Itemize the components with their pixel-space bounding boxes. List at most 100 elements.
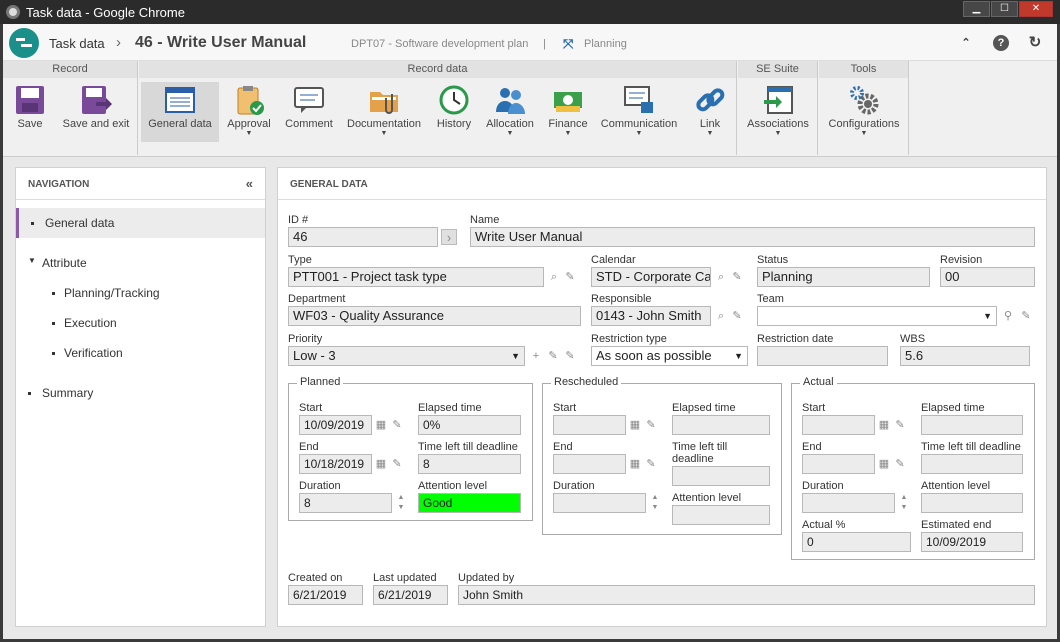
app-window: Task data › 46 - Write User Manual DPT07… xyxy=(3,24,1057,639)
rescheduled-start-calendar-icon[interactable]: ▦ xyxy=(627,417,643,433)
planned-start-field[interactable]: 10/09/2019 xyxy=(299,415,372,435)
responsible-field[interactable]: 0143 - John Smith xyxy=(591,306,711,326)
collapse-up-icon[interactable]: ⌃ xyxy=(958,35,974,51)
nav-bullet-icon xyxy=(28,392,31,395)
comment-button[interactable]: Comment xyxy=(281,82,337,142)
calendar-search-icon[interactable]: ⌕ xyxy=(713,269,729,285)
calendar-clear-icon[interactable]: ✎ xyxy=(729,269,745,285)
rescheduled-end-clear-icon[interactable]: ✎ xyxy=(643,456,659,472)
approval-button[interactable]: Approval ▼ xyxy=(223,82,275,142)
actual-duration-stepper[interactable]: ▲ ▼ xyxy=(897,493,911,513)
nav-item-verification[interactable]: Verification xyxy=(16,338,265,368)
nav-item-summary[interactable]: Summary xyxy=(16,378,265,408)
nav-item-attribute[interactable]: ▼ Attribute xyxy=(16,248,265,278)
planned-start-clear-icon[interactable]: ✎ xyxy=(389,417,405,433)
calendar-field[interactable]: STD - Corporate Calendar xyxy=(591,267,711,287)
link-button[interactable]: Link ▼ xyxy=(687,82,733,142)
restriction-date-field[interactable] xyxy=(757,346,888,366)
type-search-icon[interactable]: ⌕ xyxy=(546,269,562,285)
finance-button[interactable]: Finance ▼ xyxy=(543,82,593,142)
rescheduled-end-calendar-icon[interactable]: ▦ xyxy=(627,456,643,472)
rescheduled-left-label: Time left till deadline xyxy=(672,441,728,465)
priority-edit-icon[interactable]: ✎ xyxy=(545,348,561,364)
configurations-button[interactable]: Configurations ▼ xyxy=(823,82,905,142)
planned-duration-stepper[interactable]: ▲ ▼ xyxy=(394,493,408,513)
nav-item-execution[interactable]: Execution xyxy=(16,308,265,338)
group-title-record-data: Record data xyxy=(139,61,736,78)
id-arrow-icon[interactable]: › xyxy=(441,229,457,245)
actual-start-calendar-icon[interactable]: ▦ xyxy=(876,417,892,433)
name-field[interactable]: Write User Manual xyxy=(470,227,1035,247)
breadcrumb-plan[interactable]: DPT07 - Software development plan xyxy=(351,38,528,50)
responsible-search-icon[interactable]: ⌕ xyxy=(713,308,729,324)
id-field[interactable]: 46 xyxy=(288,227,438,247)
ribbon-toolbar: Record Save Save and exit Record data Ge… xyxy=(3,61,1057,157)
breadcrumb-root[interactable]: Task data xyxy=(49,36,105,51)
minimize-button[interactable]: ▁ xyxy=(963,1,990,17)
planned-duration-field[interactable]: 8 xyxy=(299,493,392,513)
nav-bullet-icon xyxy=(52,322,55,325)
rescheduled-start-clear-icon[interactable]: ✎ xyxy=(643,417,659,433)
group-se-suite: SE Suite Associations ▼ xyxy=(738,61,818,155)
responsible-clear-icon[interactable]: ✎ xyxy=(729,308,745,324)
folder-clip-icon xyxy=(368,84,400,116)
allocation-button[interactable]: Allocation ▼ xyxy=(481,82,539,142)
type-clear-icon[interactable]: ✎ xyxy=(562,269,578,285)
documentation-dropdown-icon: ▼ xyxy=(380,130,388,137)
help-icon[interactable]: ? xyxy=(993,35,1009,51)
nav-item-general-data[interactable]: General data xyxy=(16,208,265,238)
actual-start-clear-icon[interactable]: ✎ xyxy=(892,417,908,433)
planned-elapsed-label: Elapsed time xyxy=(418,402,482,414)
actual-duration-field[interactable] xyxy=(802,493,895,513)
priority-add-icon[interactable]: + xyxy=(528,348,544,364)
save-and-exit-button[interactable]: Save and exit xyxy=(58,82,134,142)
header-bar: Task data › 46 - Write User Manual DPT07… xyxy=(3,24,1057,61)
wbs-field[interactable]: 5.6 xyxy=(900,346,1030,366)
rescheduled-start-field[interactable] xyxy=(553,415,626,435)
app-logo-icon xyxy=(9,28,39,58)
restriction-type-dropdown-icon: ▼ xyxy=(734,351,743,361)
rescheduled-duration-stepper[interactable]: ▲ ▼ xyxy=(648,493,662,513)
close-button[interactable]: ✕ xyxy=(1019,1,1053,17)
collapse-nav-icon[interactable]: « xyxy=(246,176,253,191)
team-select[interactable]: ▼ xyxy=(757,306,997,326)
save-exit-icon xyxy=(80,84,112,116)
team-binoculars-icon[interactable]: ⚲ xyxy=(1000,308,1016,324)
name-label: Name xyxy=(470,214,500,226)
stepper-up-icon: ▲ xyxy=(900,494,908,501)
actual-end-calendar-icon[interactable]: ▦ xyxy=(876,456,892,472)
save-button[interactable]: Save xyxy=(9,82,51,142)
expand-triangle-icon: ▼ xyxy=(28,256,36,265)
documentation-button[interactable]: Documentation ▼ xyxy=(343,82,425,142)
last-updated-label: Last updated xyxy=(373,572,437,584)
planned-end-field[interactable]: 10/18/2019 xyxy=(299,454,372,474)
group-title-tools: Tools xyxy=(819,61,908,78)
associations-button[interactable]: Associations ▼ xyxy=(742,82,814,142)
priority-clear-icon[interactable]: ✎ xyxy=(562,348,578,364)
department-field[interactable]: WF03 - Quality Assurance xyxy=(288,306,581,326)
type-field[interactable]: PTT001 - Project task type xyxy=(288,267,544,287)
actual-end-clear-icon[interactable]: ✎ xyxy=(892,456,908,472)
actual-start-field[interactable] xyxy=(802,415,875,435)
rescheduled-end-field[interactable] xyxy=(553,454,626,474)
restriction-type-select[interactable]: As soon as possible ▼ xyxy=(591,346,748,366)
nav-item-planning-tracking[interactable]: Planning/Tracking xyxy=(16,278,265,308)
general-data-button[interactable]: General data xyxy=(141,82,219,142)
refresh-icon[interactable]: ↻ xyxy=(1027,35,1043,51)
clipboard-check-icon xyxy=(233,84,265,116)
chrome-icon xyxy=(6,5,20,19)
rescheduled-duration-field[interactable] xyxy=(553,493,646,513)
history-button[interactable]: History xyxy=(431,82,477,142)
maximize-button[interactable]: ☐ xyxy=(991,1,1018,17)
team-clear-icon[interactable]: ✎ xyxy=(1018,308,1034,324)
rescheduled-end-label: End xyxy=(553,441,573,453)
planned-end-clear-icon[interactable]: ✎ xyxy=(389,456,405,472)
comment-icon xyxy=(293,84,325,116)
planned-end-calendar-icon[interactable]: ▦ xyxy=(373,456,389,472)
communication-button[interactable]: Communication ▼ xyxy=(599,82,679,142)
actual-end-field[interactable] xyxy=(802,454,875,474)
planned-start-calendar-icon[interactable]: ▦ xyxy=(373,417,389,433)
stepper-up-icon: ▲ xyxy=(651,494,659,501)
planned-attention-label: Attention level xyxy=(418,480,488,492)
priority-select[interactable]: Low - 3 ▼ xyxy=(288,346,525,366)
